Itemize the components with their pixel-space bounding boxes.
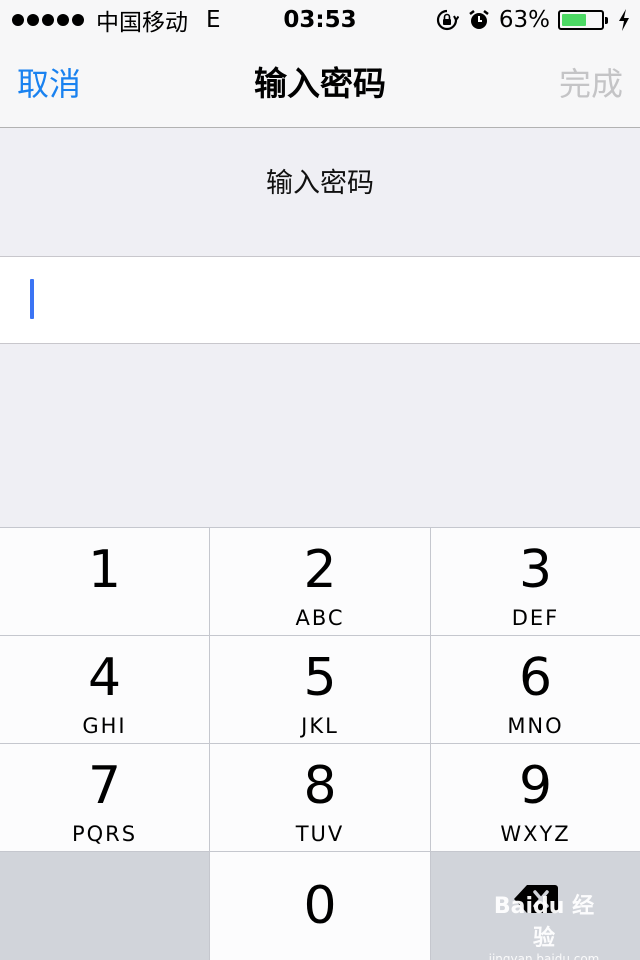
key-digit: 7	[87, 756, 122, 816]
key-9[interactable]: 9 WXYZ	[431, 744, 640, 851]
charging-icon	[618, 9, 630, 31]
backspace-icon	[513, 883, 559, 919]
battery-icon	[558, 10, 608, 30]
key-letters: MNO	[507, 714, 564, 738]
blank-key	[0, 852, 209, 960]
key-digit: 8	[303, 756, 337, 816]
key-letters: ABC	[295, 606, 345, 630]
key-digit: 3	[518, 540, 553, 600]
done-button[interactable]: 完成	[559, 40, 623, 128]
key-digit: 4	[87, 648, 122, 708]
key-digit: 1	[87, 540, 122, 600]
rotation-lock-icon	[435, 8, 459, 32]
password-field[interactable]	[0, 256, 640, 344]
key-letters: WXYZ	[500, 822, 571, 846]
key-1[interactable]: 1	[0, 528, 209, 635]
network-type: E	[206, 7, 221, 33]
delete-button[interactable]	[431, 852, 640, 960]
battery-percent: 63%	[498, 7, 550, 33]
key-letters: PQRS	[71, 822, 138, 846]
key-digit: 9	[518, 756, 553, 816]
key-digit: 5	[303, 648, 337, 708]
status-left: 中国移动 E	[0, 3, 260, 37]
key-8[interactable]: 8 TUV	[210, 744, 430, 851]
key-digit: 2	[303, 540, 337, 600]
key-4[interactable]: 4 GHI	[0, 636, 209, 743]
key-7[interactable]: 7 PQRS	[0, 744, 209, 851]
numeric-keypad: 1 2 ABC 3 DEF 4 GHI 5 JKL 6 MNO 7 PQRS 8…	[0, 527, 640, 960]
status-bar: 中国移动 E 03:53 63%	[0, 0, 640, 40]
key-letters: JKL	[301, 714, 339, 738]
text-cursor	[30, 279, 34, 319]
password-prompt: 输入密码	[266, 168, 374, 199]
status-right: 63%	[435, 0, 630, 40]
key-0[interactable]: 0	[210, 852, 430, 960]
page-title: 输入密码	[254, 64, 386, 103]
signal-strength-icon	[12, 14, 84, 26]
alarm-icon	[467, 8, 491, 32]
key-letters: GHI	[82, 714, 127, 738]
key-digit: 6	[518, 648, 553, 708]
carrier-name: 中国移动	[96, 10, 188, 36]
key-letters: TUV	[295, 822, 345, 846]
key-3[interactable]: 3 DEF	[431, 528, 640, 635]
battery-fill	[562, 14, 586, 26]
nav-bar: 取消 输入密码 完成	[0, 40, 640, 128]
key-letters: DEF	[511, 606, 560, 630]
key-digit: 0	[303, 876, 337, 936]
key-2[interactable]: 2 ABC	[210, 528, 430, 635]
key-5[interactable]: 5 JKL	[210, 636, 430, 743]
key-6[interactable]: 6 MNO	[431, 636, 640, 743]
